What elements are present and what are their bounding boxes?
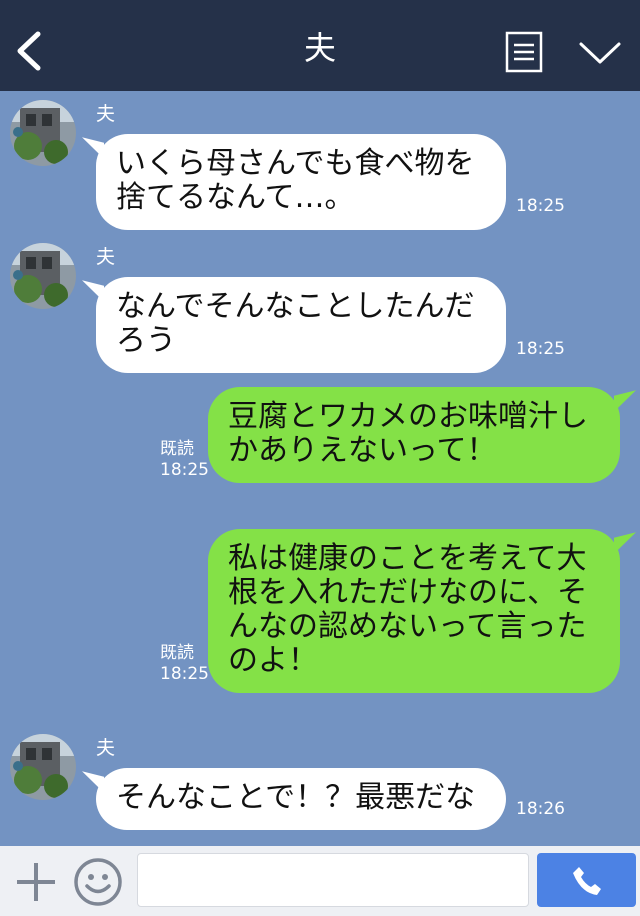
sender-name: 夫 [96,246,116,268]
input-bar [0,846,640,916]
contact-avatar[interactable] [10,734,76,800]
message-line: そんなことで！？最悪だな [116,780,476,815]
contact-avatar[interactable] [10,100,76,166]
message-bubble-incoming[interactable]: そんなことで！？最悪だな [96,768,506,830]
message-time: 18:26 [516,799,565,819]
plus-icon[interactable] [14,860,58,904]
message-line: なんでそんなことしたんだ [116,289,475,324]
chat-header: 夫 [0,0,640,91]
message-line: ろう [116,323,176,358]
sender-name: 夫 [96,103,116,125]
message-bubble-incoming[interactable]: いくら母さんでも食べ物を 捨てるなんて…。 [96,134,506,230]
message-line: んなの認めないって言った [228,609,587,644]
chevron-down-icon[interactable] [578,38,622,68]
message-time: 18:25 [516,339,565,359]
menu-list-icon[interactable] [505,31,543,73]
call-button[interactable] [537,853,636,907]
phone-icon [573,867,601,895]
message-list[interactable]: 夫 いくら母さんでも食べ物を 捨てるなんて…。 18:25 夫 なんでそんなこと… [0,91,640,846]
sender-name: 夫 [96,737,116,759]
contact-avatar[interactable] [10,243,76,309]
read-receipt: 既読 [160,643,194,663]
message-line: 私は健康のことを考えて大 [228,541,587,576]
message-line: かありえないって！ [228,433,497,468]
message-time: 18:25 [160,460,209,480]
message-bubble-incoming[interactable]: なんでそんなことしたんだ ろう [96,277,506,373]
message-input[interactable] [137,853,529,907]
message-line: のよ！ [228,643,318,678]
smiley-icon[interactable] [73,857,123,907]
message-line: 豆腐とワカメのお味噌汁し [228,399,588,434]
message-time: 18:25 [516,196,565,216]
message-bubble-outgoing[interactable]: 豆腐とワカメのお味噌汁し かありえないって！ [208,387,620,483]
read-receipt: 既読 [160,439,194,459]
message-time: 18:25 [160,664,209,684]
message-line: 捨てるなんて…。 [116,180,355,215]
chat-title: 夫 [303,29,336,67]
message-bubble-outgoing[interactable]: 私は健康のことを考えて大 根を入れただけなのに、そ んなの認めないって言った の… [208,529,620,693]
message-line: 根を入れただけなのに、そ [228,575,588,610]
message-line: いくら母さんでも食べ物を [116,146,475,181]
